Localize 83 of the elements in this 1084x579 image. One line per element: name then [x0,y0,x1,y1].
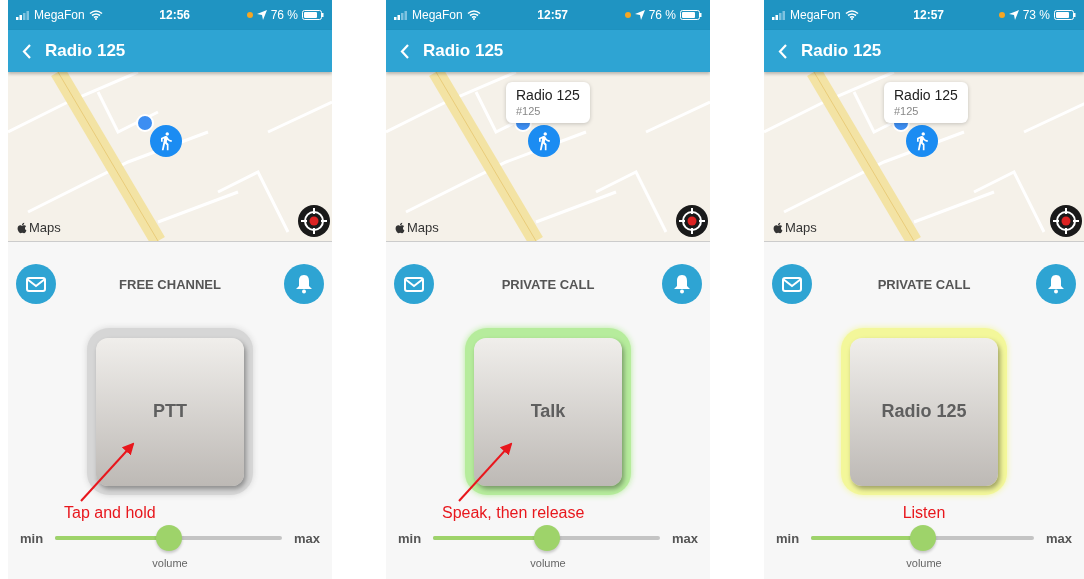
callout-title: Radio 125 [894,87,958,103]
locate-button[interactable] [1050,205,1082,237]
annotation-text: Speak, then release [442,503,585,523]
bell-icon [673,274,691,294]
slider-thumb[interactable] [909,525,936,551]
walking-pin-icon[interactable] [150,125,182,157]
battery-percent: 73 % [1022,8,1050,22]
ptt-button[interactable]: PTT [96,337,244,486]
volume-caption: volume [152,557,188,569]
bell-icon [1047,274,1065,294]
channel-label: PRIVATE CALL [877,276,971,292]
callout-subtitle: #125 [894,105,920,117]
battery-percent: 76 % [270,8,298,22]
back-icon[interactable] [400,43,409,59]
message-button[interactable] [772,264,812,304]
volume-slider[interactable] [811,525,1034,551]
bell-button[interactable] [284,264,324,304]
apple-logo-icon [16,221,28,234]
channel-label: FREE CHANNEL [119,276,221,292]
walking-pin-icon[interactable] [906,125,938,157]
screen-title: Radio 125 [801,41,882,61]
ptt-button[interactable]: Talk [474,337,622,486]
signal-icon [394,10,408,20]
slider-thumb[interactable] [533,525,560,551]
locate-button[interactable] [298,205,330,237]
walking-pin-icon[interactable] [528,125,560,157]
location-arrow-icon [634,10,645,20]
back-icon[interactable] [22,43,31,59]
wifi-icon [844,10,859,20]
message-button[interactable] [394,264,434,304]
location-dot-icon [136,114,154,132]
screen-title: Radio 125 [45,41,126,61]
envelope-icon [26,276,46,292]
indicator-dot-icon [624,12,631,18]
envelope-icon [782,276,802,292]
annotation-text: Listen [902,503,946,523]
screen-title: Radio 125 [423,41,504,61]
signal-icon [16,10,30,20]
map-attribution: Maps [785,220,817,235]
min-label: min [398,530,422,546]
signal-icon [772,10,786,20]
status-time: 12:56 [159,8,190,22]
slider-thumb[interactable] [155,525,182,551]
volume-slider[interactable] [55,525,282,551]
battery-icon [680,10,702,20]
volume-slider[interactable] [433,525,660,551]
min-label: min [20,530,44,546]
wifi-icon [466,10,481,20]
envelope-icon [404,276,424,292]
battery-icon [302,10,324,20]
ptt-button[interactable]: Radio 125 [850,337,998,486]
bell-icon [295,274,313,294]
location-arrow-icon [1008,10,1019,20]
location-arrow-icon [256,10,267,20]
indicator-dot-icon [998,12,1005,18]
status-time: 12:57 [537,8,568,22]
battery-icon [1054,10,1076,20]
channel-label: PRIVATE CALL [501,276,595,292]
wifi-icon [88,10,103,20]
apple-logo-icon [394,221,406,234]
carrier-name: MegaFon [34,8,85,22]
back-icon[interactable] [778,43,787,59]
message-button[interactable] [16,264,56,304]
apple-logo-icon [772,221,784,234]
callout-title: Radio 125 [516,87,580,103]
bell-button[interactable] [1036,264,1076,304]
status-time: 12:57 [913,8,944,22]
min-label: min [776,530,800,546]
volume-caption: volume [530,557,566,569]
carrier-name: MegaFon [790,8,841,22]
callout-subtitle: #125 [516,105,542,117]
bell-button[interactable] [662,264,702,304]
volume-caption: volume [906,557,942,569]
max-label: max [671,530,698,546]
annotation-text: Tap and hold [64,503,156,523]
carrier-name: MegaFon [412,8,463,22]
locate-button[interactable] [676,205,708,237]
indicator-dot-icon [246,12,253,18]
map-attribution: Maps [407,220,439,235]
map-attribution: Maps [29,220,61,235]
max-label: max [1045,530,1072,546]
max-label: max [293,530,320,546]
battery-percent: 76 % [648,8,676,22]
